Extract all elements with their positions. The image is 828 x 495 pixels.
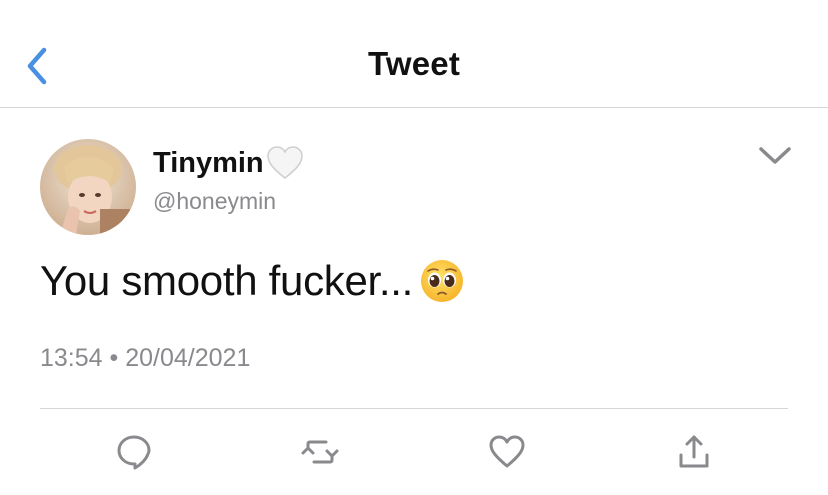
author-display-name[interactable]: Tinymin	[153, 145, 304, 181]
page-title: Tweet	[367, 45, 461, 82]
tweet-text: You smooth fucker...	[40, 257, 465, 305]
meta-separator: •	[109, 344, 119, 372]
share-button[interactable]	[674, 432, 714, 472]
like-button[interactable]	[487, 432, 527, 472]
display-name-text: Tinymin	[153, 146, 264, 179]
avatar[interactable]	[40, 139, 136, 235]
reply-button[interactable]	[114, 432, 154, 472]
reply-icon	[117, 435, 151, 470]
tweet-text-content: You smooth fucker...	[40, 257, 414, 304]
tweet-timestamp: 13:54 • 20/04/2021	[40, 344, 250, 373]
white-heart-icon	[266, 145, 304, 181]
author-handle[interactable]: @honeymin	[153, 188, 276, 215]
tweet-options-caret[interactable]	[757, 145, 793, 167]
divider	[40, 408, 788, 409]
heart-icon	[489, 435, 525, 468]
share-icon	[679, 435, 709, 468]
navigation-header: Tweet	[0, 0, 828, 108]
retweet-button[interactable]	[300, 432, 340, 472]
pleading-face-icon	[419, 258, 465, 304]
tweet-time: 13:54	[40, 344, 103, 372]
retweet-icon	[301, 440, 339, 464]
tweet-date: 20/04/2021	[125, 344, 251, 372]
chevron-down-icon	[759, 147, 791, 164]
